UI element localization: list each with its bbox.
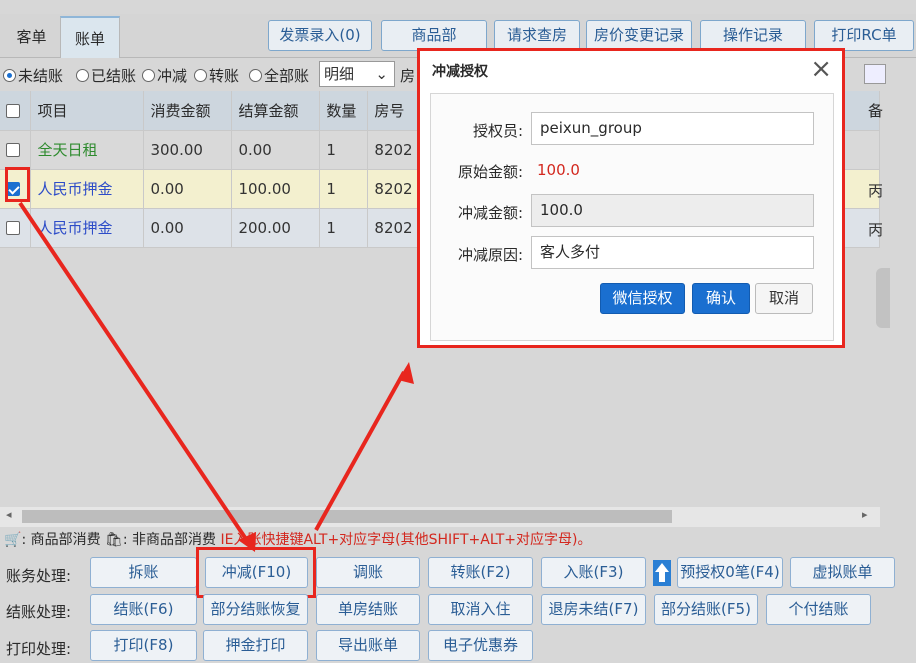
radio-dot-icon xyxy=(142,69,155,82)
checkbox-highlight-box xyxy=(5,167,30,202)
print-rc-button[interactable]: 打印RC单 xyxy=(814,20,914,51)
select-all-checkbox[interactable] xyxy=(6,103,20,118)
partial-checkout-button[interactable]: 部分结账(F5) xyxy=(654,594,758,625)
arrowhead-up-icon xyxy=(398,362,414,384)
legend-line: 🛒: 商品部消费 🛍: 非商品部消费 IE入账快捷键ALT+对应字母(其他SHI… xyxy=(4,532,592,548)
preauth-button[interactable]: 预授权0笔(F4) xyxy=(677,557,783,588)
request-room-check-button[interactable]: 请求查房 xyxy=(494,20,580,51)
split-bill-button[interactable]: 拆账 xyxy=(90,557,197,588)
radio-settled[interactable]: 已结账 xyxy=(76,65,136,86)
arrow-checkbox-to-offset xyxy=(18,201,252,547)
horizontal-scrollbar[interactable]: ◂ ▸ xyxy=(0,507,880,527)
radio-unsettled[interactable]: 未结账 xyxy=(3,65,63,86)
detail-select[interactable]: 明细 ⌄ xyxy=(319,61,395,87)
radio-dot-icon xyxy=(3,69,16,82)
room-filter-label: 房 xyxy=(400,67,416,85)
price-change-log-button[interactable]: 房价变更记录 xyxy=(586,20,692,51)
close-icon[interactable]: × xyxy=(810,55,832,83)
scroll-right-icon[interactable]: ▸ xyxy=(862,508,868,521)
adjust-bill-button[interactable]: 调账 xyxy=(316,557,420,588)
scrollbar-thumb[interactable] xyxy=(22,510,672,523)
offset-button-highlight-box xyxy=(196,547,316,598)
goods-cart-icon: 🛒 xyxy=(4,532,22,548)
checkout-unpaid-button[interactable]: 退房未结(F7) xyxy=(541,594,646,625)
operation-log-button[interactable]: 操作记录 xyxy=(700,20,806,51)
reason-label: 冲减原因: xyxy=(457,246,523,264)
confirm-button[interactable]: 确认 xyxy=(692,283,750,314)
single-room-checkout-button[interactable]: 单房结账 xyxy=(316,594,420,625)
row-checkbox[interactable] xyxy=(6,143,20,157)
col-header-settle: 结算金额 xyxy=(231,91,321,131)
dialog-title: 冲减授权 xyxy=(432,64,488,80)
settle-row-label: 结账处理: xyxy=(6,603,72,621)
radio-dot-icon xyxy=(76,69,89,82)
dialog-body: 授权员: peixun_group 原始金额: 100.0 冲减金额: 100.… xyxy=(430,93,834,341)
print-row-label: 打印处理: xyxy=(6,640,72,658)
row-checkbox[interactable] xyxy=(6,221,20,235)
up-arrow-icon[interactable] xyxy=(653,560,671,586)
wechat-auth-button[interactable]: 微信授权 xyxy=(600,283,685,314)
account-row-label: 账务处理: xyxy=(6,567,72,585)
goods-dept-button[interactable]: 商品部 xyxy=(381,20,487,51)
print-button[interactable]: 打印(F8) xyxy=(90,630,197,661)
tab-guest-order[interactable]: 客单 xyxy=(4,16,59,58)
offset-amount-label: 冲减金额: xyxy=(457,204,523,222)
reason-field[interactable]: 客人多付 xyxy=(531,236,814,269)
deposit-print-button[interactable]: 押金打印 xyxy=(203,630,308,661)
radio-all[interactable]: 全部账 xyxy=(249,65,309,86)
e-coupon-button[interactable]: 电子优惠券 xyxy=(428,630,533,661)
cancel-button[interactable]: 取消 xyxy=(755,283,813,314)
col-header-consume: 消费金额 xyxy=(143,91,233,131)
col-header-item: 项目 xyxy=(30,91,145,131)
scroll-left-icon[interactable]: ◂ xyxy=(6,508,12,521)
non-goods-icon: 🛍 xyxy=(105,532,123,548)
radio-transfer[interactable]: 转账 xyxy=(194,65,239,86)
individual-pay-button[interactable]: 个付结账 xyxy=(766,594,871,625)
original-amount-value: 100.0 xyxy=(537,161,580,179)
cancel-checkin-button[interactable]: 取消入住 xyxy=(428,594,533,625)
offset-auth-dialog: 冲减授权 × 授权员: peixun_group 原始金额: 100.0 冲减金… xyxy=(417,48,845,348)
authorizer-field[interactable]: peixun_group xyxy=(531,112,814,145)
col-header-qty: 数量 xyxy=(319,91,369,131)
radio-dot-icon xyxy=(194,69,207,82)
checkout-button[interactable]: 结账(F6) xyxy=(90,594,197,625)
virtual-bill-button[interactable]: 虚拟账单 xyxy=(790,557,895,588)
post-entry-button[interactable]: 入账(F3) xyxy=(541,557,646,588)
chevron-down-icon: ⌄ xyxy=(375,65,388,83)
radio-offset[interactable]: 冲减 xyxy=(142,65,187,86)
tab-bill[interactable]: 账单 xyxy=(60,16,120,58)
side-expander-handle[interactable] xyxy=(876,268,890,328)
partial-restore-button[interactable]: 部分结账恢复 xyxy=(203,594,308,625)
offset-amount-field: 100.0 xyxy=(531,194,814,227)
authorizer-label: 授权员: xyxy=(472,122,523,140)
transfer-button[interactable]: 转账(F2) xyxy=(428,557,533,588)
export-bill-button[interactable]: 导出账单 xyxy=(316,630,420,661)
original-amount-label: 原始金额: xyxy=(457,163,523,181)
calendar-icon[interactable] xyxy=(864,64,886,84)
radio-dot-icon xyxy=(249,69,262,82)
invoice-entry-button[interactable]: 发票录入(0) xyxy=(268,20,372,51)
